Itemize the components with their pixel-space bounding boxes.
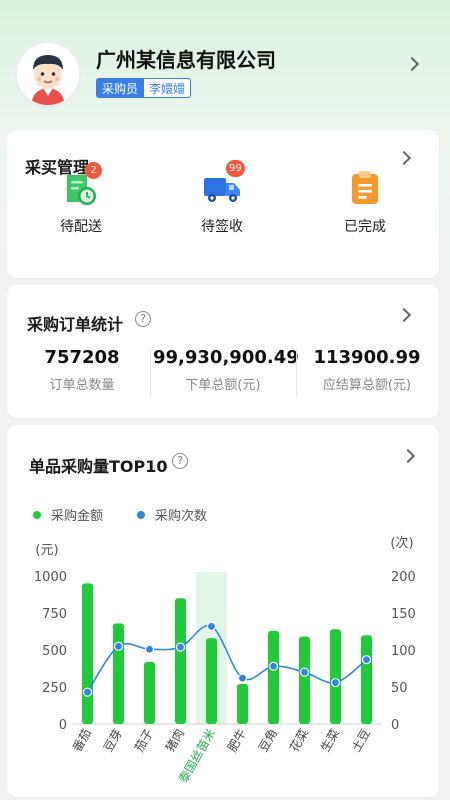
y-tick-right: 0: [391, 718, 399, 733]
help-icon[interactable]: ?: [135, 311, 151, 327]
stat-value: 113900.99: [313, 347, 421, 368]
avatar: [14, 40, 82, 108]
card-title: 单品采购量TOP10: [29, 457, 168, 476]
truck-icon: 99: [202, 160, 245, 208]
legend-item-count[interactable]: 采购次数: [137, 505, 207, 524]
bar-amount: [330, 629, 341, 724]
x-tick-label: 豆芽: [101, 727, 125, 755]
y-tick-right: 150: [391, 607, 416, 622]
chevron-right-icon[interactable]: [396, 307, 412, 323]
status-label: 待签收: [201, 219, 243, 235]
x-tick-label: 花菜: [286, 726, 311, 754]
point-count: [144, 644, 155, 654]
pending-delivery-icon: 2: [61, 162, 102, 208]
status-completed[interactable]: 已完成: [315, 168, 415, 236]
order-statistics-card: 采购订单统计 ? 757208 订单总数量 99,930,900.49 下单总额…: [7, 285, 439, 418]
x-tick-label: 生菜: [318, 727, 342, 755]
status-label: 已完成: [344, 219, 386, 235]
help-icon[interactable]: ?: [172, 453, 188, 469]
legend-dot: [33, 510, 41, 519]
chart-legend: 采购金额 采购次数: [33, 505, 241, 524]
point-count: [268, 661, 279, 671]
y-tick-right: 200: [391, 570, 416, 585]
status-label: 待配送: [60, 219, 102, 235]
bar-amount: [299, 636, 310, 724]
company-name: 广州某信息有限公司: [96, 48, 276, 72]
top10-chart: (元) (次) 0 250 500 750 1000 0 50 100 150 200 番茄 豆芽 茄子 猪肉…: [34, 535, 416, 785]
pending-delivery-badge: 2: [85, 162, 102, 179]
y-tick-right: 50: [391, 681, 408, 696]
legend-label: 采购次数: [155, 509, 208, 524]
stat-label: 下单总额(元): [185, 378, 261, 393]
x-tick-label: 茄子: [132, 727, 156, 755]
x-tick-label: 豆角: [256, 727, 280, 755]
point-count: [206, 621, 217, 631]
point-count: [330, 677, 341, 688]
x-tick-label: 番茄: [70, 727, 94, 755]
stat-value: 757208: [44, 347, 120, 368]
point-count: [175, 642, 186, 652]
bar-amount: [206, 638, 217, 724]
point-count: [113, 641, 124, 651]
y-tick-left: 500: [42, 644, 67, 659]
divider: [296, 349, 297, 397]
bar-amount: [268, 630, 279, 724]
user-name-badge: 李嬛嬛: [144, 78, 192, 98]
point-count: [237, 673, 248, 683]
x-tick-label: 猪肉: [163, 727, 187, 755]
avatar-illustration: [17, 43, 79, 105]
clipboard-icon: [345, 168, 385, 208]
stat-order-count: 757208 订单总数量: [27, 347, 137, 393]
chevron-right-icon[interactable]: [396, 150, 412, 166]
chevron-right-icon[interactable]: [404, 56, 420, 72]
status-pending-delivery[interactable]: 2 待配送: [31, 162, 131, 236]
role-badge: 采购员: [96, 78, 145, 98]
stat-settlement-total: 113900.99 应结算总额(元): [301, 347, 433, 393]
bar-amount: [361, 635, 372, 724]
stat-label: 应结算总额(元): [322, 378, 412, 393]
chevron-right-icon[interactable]: [400, 448, 416, 464]
stat-label: 订单总数量: [49, 378, 115, 393]
point-count: [361, 655, 372, 665]
top10-card: 单品采购量TOP10 ? 采购金额 采购次数 (元) (次) 0 250 500 750 1…: [7, 425, 439, 797]
y-axis-right-unit: (次): [390, 535, 413, 551]
point-count: [82, 687, 93, 697]
pending-signoff-badge: 99: [226, 160, 245, 177]
y-tick-right: 100: [391, 644, 416, 659]
bar-amount: [113, 623, 124, 724]
point-count: [299, 667, 310, 677]
x-tick-label: 土豆: [349, 727, 373, 755]
x-tick-label: 肥牛: [224, 726, 249, 754]
legend-item-amount[interactable]: 采购金额: [33, 505, 103, 524]
status-pending-signoff[interactable]: 99 待签收: [172, 160, 272, 236]
bar-amount: [237, 684, 248, 724]
bar-amount: [82, 583, 93, 724]
y-tick-left: 750: [42, 607, 67, 622]
legend-dot: [137, 510, 146, 519]
card-title: 采购订单统计: [27, 315, 124, 334]
stat-value: 99,930,900.49: [153, 347, 299, 368]
purchase-management-card: 采买管理 2 待配送 99 待签收 已完成: [7, 130, 439, 278]
divider: [150, 349, 151, 397]
y-tick-left: 250: [42, 681, 67, 696]
stat-order-total: 99,930,900.49 下单总额(元): [153, 347, 299, 393]
y-tick-left: 1000: [34, 570, 67, 585]
y-axis-left-unit: (元): [35, 543, 58, 558]
profile-header[interactable]: 广州某信息有限公司 采购员 李嬛嬛: [0, 0, 450, 128]
bar-amount: [144, 661, 155, 724]
user-badges: 采购员 李嬛嬛: [96, 78, 192, 98]
y-tick-left: 0: [59, 718, 67, 733]
legend-label: 采购金额: [51, 509, 104, 524]
bar-amount: [175, 598, 186, 724]
